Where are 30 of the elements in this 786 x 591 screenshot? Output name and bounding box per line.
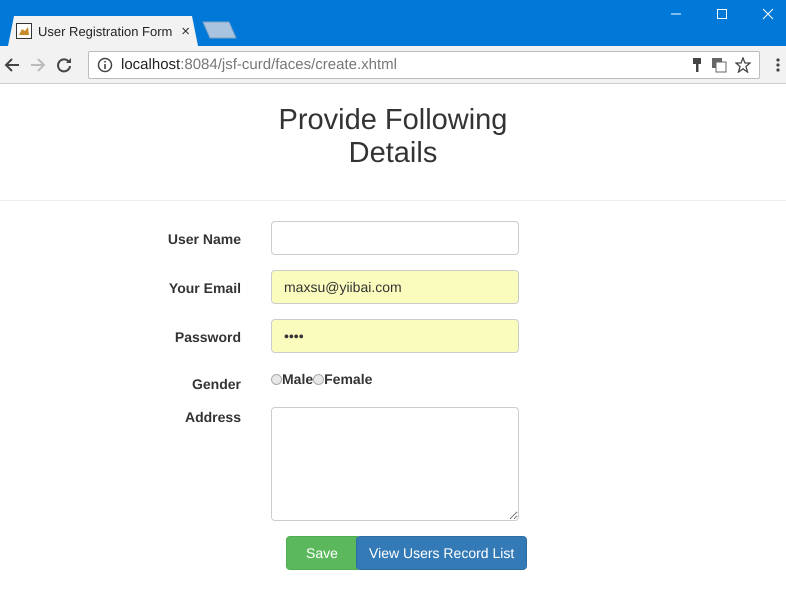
radio-label[interactable]: Male	[282, 371, 314, 387]
star-icon[interactable]	[735, 56, 751, 72]
page-heading: Provide Following Details	[0, 104, 786, 201]
input-field[interactable]: ••••	[271, 319, 519, 353]
action-button[interactable]: View Users Record List	[356, 536, 528, 570]
radio-label[interactable]: Female	[324, 371, 372, 387]
reload-icon[interactable]	[56, 56, 72, 72]
field-label: Gender	[190, 375, 241, 392]
field-label: Password	[174, 328, 241, 345]
maximize-icon[interactable]	[716, 8, 728, 20]
field-label: Address	[184, 408, 241, 425]
translate-icon[interactable]	[711, 56, 727, 72]
url-text: localhost:8084/jsf-curd/faces/create.xhtml	[121, 56, 397, 73]
close-icon[interactable]	[762, 8, 774, 20]
field-label: User Name	[166, 230, 241, 247]
input-field[interactable]: maxsu@yiibai.com	[271, 270, 519, 304]
address-bar[interactable]: localhost:8084/jsf-curd/faces/create.xhtml	[88, 50, 760, 78]
input-field[interactable]	[271, 221, 519, 255]
radio-button[interactable]	[313, 374, 324, 384]
info-icon	[97, 56, 113, 72]
radio-button[interactable]	[271, 374, 282, 384]
key-icon[interactable]	[691, 56, 703, 72]
tab-title: User Registration Form	[38, 24, 174, 38]
menu-icon[interactable]	[776, 56, 780, 72]
close-tab-button[interactable]: ×	[181, 22, 190, 40]
back-icon[interactable]	[4, 56, 20, 72]
browser-tab[interactable]: User Registration Form ×	[8, 16, 198, 46]
textarea-field[interactable]	[271, 407, 519, 521]
field-label: Your Email	[168, 279, 241, 296]
new-tab-button[interactable]	[202, 20, 238, 40]
